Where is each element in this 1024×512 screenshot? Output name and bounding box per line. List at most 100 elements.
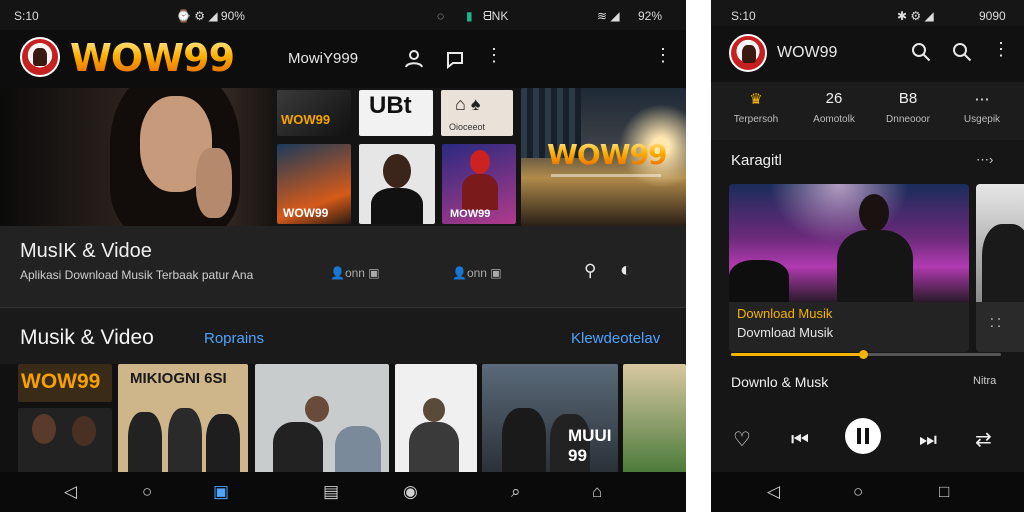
next-icon[interactable]: ⏭ — [919, 430, 937, 450]
overflow-menu-icon[interactable]: ⋮ — [992, 40, 1010, 58]
home-icon[interactable]: ○ — [853, 483, 863, 500]
system-nav-bar: ◁ ○ □ — [711, 472, 1024, 512]
app-bar: WOW99 MowiY999 ⋮ ⋮ — [0, 30, 686, 88]
app-icon: ▮ — [466, 9, 473, 23]
tab-upgrade[interactable]: ⋯ Usgepik — [947, 90, 1017, 125]
album-tile[interactable]: MOW99 — [442, 144, 516, 224]
search-icon[interactable]: ⚲ — [584, 262, 596, 279]
gallery-tile[interactable] — [18, 408, 112, 474]
gallery-tile[interactable] — [395, 364, 477, 474]
brand-badge-icon[interactable] — [729, 34, 767, 72]
section-link-one[interactable]: Roprains — [204, 330, 264, 347]
album-caption: MOW99 — [450, 208, 491, 220]
app-description: Aplikasi Download Musik Terbaak patur An… — [20, 268, 254, 282]
crown-icon: ♛ — [749, 91, 763, 108]
home-icon[interactable]: ○ — [142, 483, 152, 500]
featured-card[interactable]: Download Musik Dovmload Musik — [729, 184, 969, 352]
now-playing-title: Downlo & Musk — [731, 374, 829, 390]
album-caption: Oioceeot — [449, 122, 486, 132]
app-title: MowiY999 — [288, 50, 359, 67]
crowd-shape — [729, 260, 789, 302]
album-tile[interactable] — [359, 144, 435, 224]
artist-body — [206, 414, 240, 474]
album-tile[interactable]: UBt — [359, 90, 433, 136]
share-icon[interactable]: ⇄ — [975, 430, 992, 450]
store-icon[interactable]: ⌂ — [592, 483, 602, 500]
tab-label: Dnneooor — [886, 114, 930, 125]
artist-image — [976, 184, 1024, 302]
dots-icon: ⁚ ⁚ — [990, 316, 1001, 330]
back-icon[interactable]: ◁ — [767, 483, 780, 500]
gallery-caption: MUUI 99 — [568, 426, 612, 465]
system-nav-bar: ◁ ○ ▣ ▤ ◉ ⌕ ⌂ — [0, 472, 686, 512]
album-caption: WOW99 — [283, 206, 329, 220]
concert-banner[interactable]: WOW99 — [521, 88, 686, 226]
explore-icon[interactable]: ◉ — [403, 483, 418, 500]
chip-label: 👤onn — [452, 266, 487, 280]
banner-logo: WOW99 — [547, 138, 668, 171]
progress-knob[interactable] — [859, 350, 869, 359]
artist-body — [502, 408, 546, 474]
status-time: S:10 — [14, 9, 39, 23]
gallery-tile[interactable]: MIKIOGNI 6SI — [118, 364, 248, 474]
album-tile[interactable]: WOW99 — [277, 90, 351, 136]
pause-button[interactable] — [845, 418, 881, 454]
card-subtitle: Dovmload Musik — [737, 325, 834, 340]
status-icons: ✱ ⚙ ◢ — [897, 9, 934, 23]
brand-badge-icon[interactable] — [20, 37, 60, 77]
tab-automatic[interactable]: 26 Aomotolk — [799, 90, 869, 125]
back-icon[interactable]: ◁ — [64, 483, 77, 500]
concert-image — [729, 184, 969, 302]
brand-logo[interactable]: WOW99 — [70, 36, 235, 80]
artist-body — [371, 188, 423, 224]
search-icon[interactable] — [911, 42, 931, 65]
search-icon[interactable]: ⌕ — [511, 483, 521, 500]
album-caption: WOW99 — [281, 112, 331, 127]
playback-progress[interactable] — [731, 350, 1001, 359]
chip-label: 👤onn — [330, 266, 365, 280]
search-icon-2[interactable] — [952, 42, 972, 65]
tab-count: B8 — [898, 90, 918, 107]
chat-icon[interactable] — [444, 48, 466, 73]
artist-body — [273, 422, 323, 474]
like-icon[interactable]: ♡ — [733, 430, 751, 450]
progress-fill — [731, 353, 864, 356]
artist-body — [982, 224, 1024, 302]
tab-label: Usgepik — [963, 114, 1001, 125]
artist-body — [462, 174, 498, 210]
list-icon[interactable]: ▤ — [323, 483, 339, 500]
tab-trending[interactable]: ♛ Terpersoh — [721, 90, 791, 125]
featured-artist-image[interactable] — [0, 88, 272, 226]
home-icon: ⌂ ♠ — [455, 94, 481, 114]
battery-level: 9090 — [979, 9, 1006, 23]
tab-label: Terpersoh — [733, 114, 779, 125]
previous-icon[interactable]: ⏮ — [791, 430, 809, 450]
gallery-tile[interactable] — [255, 364, 389, 474]
tablet-screen: S:10 ⌚ ⚙ ◢ 90% ◌ ▮ ᗺNK ≋ ◢ 92% WOW99 Mow… — [0, 0, 686, 512]
album-caption: UBt — [369, 92, 412, 119]
album-tile[interactable]: WOW99 — [277, 144, 351, 224]
recents-icon[interactable]: □ — [939, 483, 949, 500]
next-card[interactable]: ⁚ ⁚ — [976, 184, 1024, 352]
section-title: Musik & Video — [20, 326, 154, 349]
toggle-icon[interactable]: ◐ — [620, 260, 632, 280]
card-title: Download Musik — [737, 306, 833, 321]
overflow-menu-icon[interactable]: ⋮ — [654, 46, 672, 64]
library-icon[interactable]: ▣ — [213, 483, 229, 500]
media-gallery: WOW99 MIKIOGNI 6SI MUUI 99 — [0, 364, 686, 474]
chip-two[interactable]: 👤onn ▣ — [452, 266, 502, 280]
gallery-tile[interactable]: MUUI 99 — [482, 364, 618, 474]
see-more-icon[interactable]: ⋯› — [976, 152, 993, 168]
app-title: WOW99 — [777, 44, 838, 61]
gallery-tile[interactable]: WOW99 — [18, 364, 112, 402]
artist-body — [128, 412, 162, 474]
tab-downloads[interactable]: B8 Dnneooor — [873, 90, 943, 125]
gallery-tile[interactable] — [623, 364, 686, 474]
section-link-two[interactable]: Klewdeotelav — [571, 330, 660, 347]
album-tile[interactable]: ⌂ ♠ Oioceeot — [441, 90, 513, 136]
tab-icon: ⋯ — [974, 91, 990, 108]
chip-one[interactable]: 👤onn ▣ — [330, 266, 380, 280]
profile-icon[interactable] — [403, 48, 425, 73]
more-vert-icon[interactable]: ⋮ — [485, 46, 503, 64]
now-playing-tag: Nitra — [973, 375, 997, 387]
